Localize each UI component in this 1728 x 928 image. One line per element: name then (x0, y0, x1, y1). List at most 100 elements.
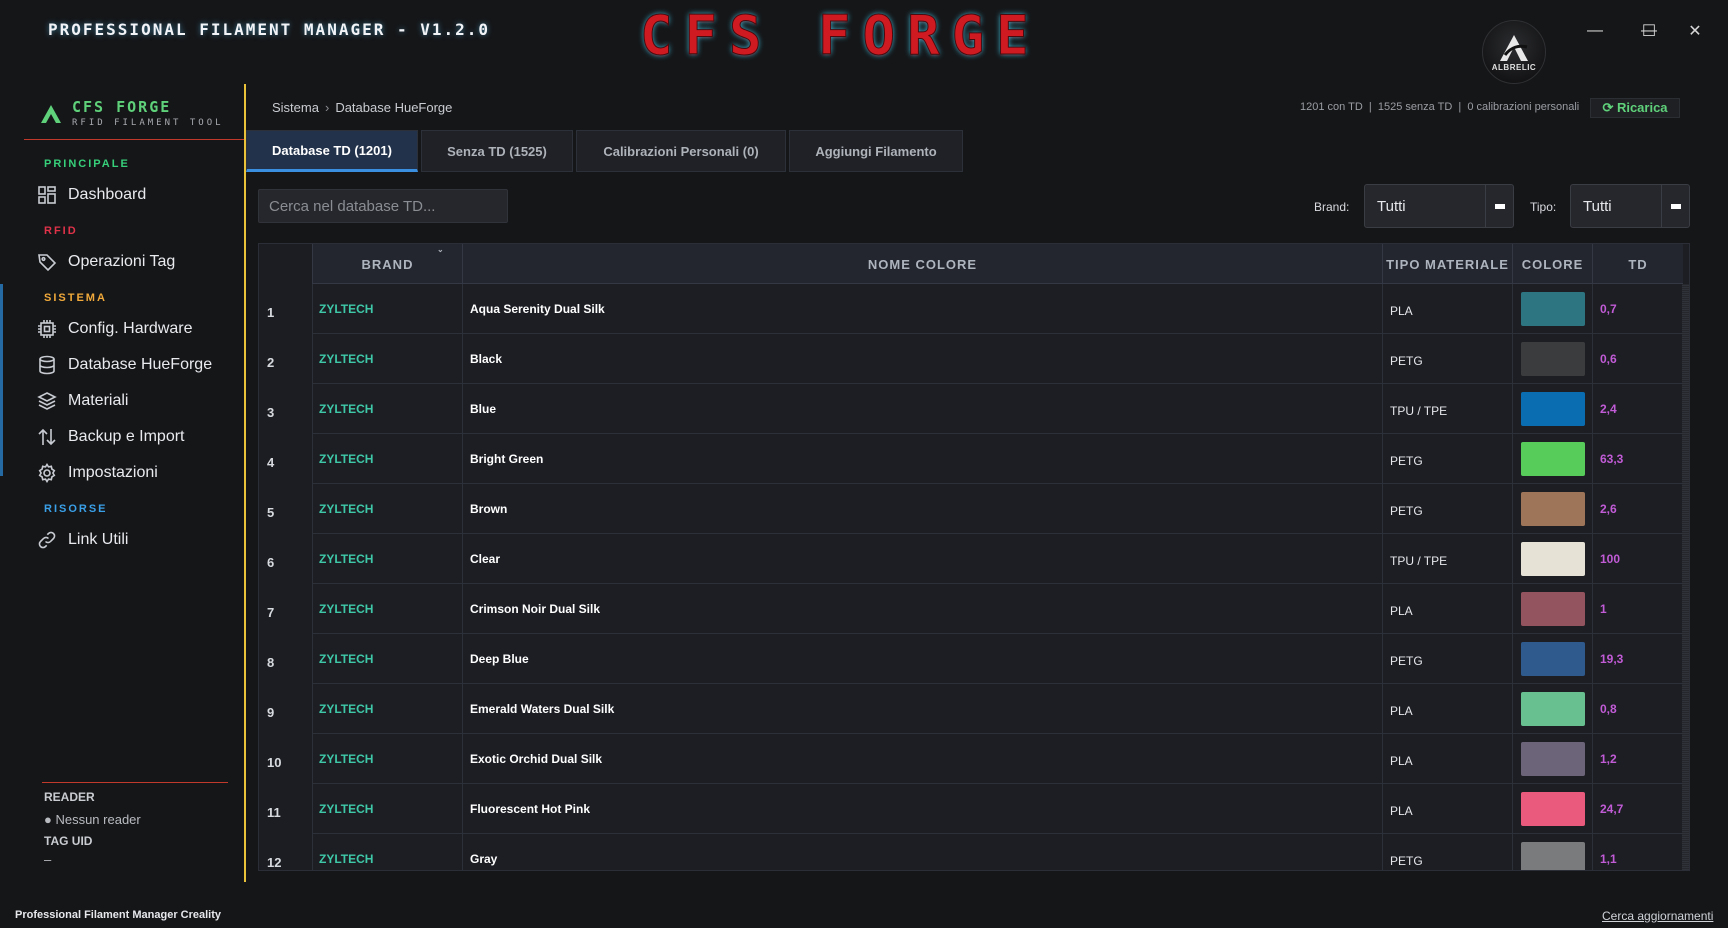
row-color-cell (1513, 434, 1593, 484)
column-header-nome-colore[interactable]: NOME COLORE (463, 244, 1383, 284)
database-icon (36, 354, 58, 376)
row-material-type: TPU / TPE (1383, 534, 1513, 584)
brand-filter-select[interactable]: Tutti (1364, 184, 1514, 228)
sidebar-item-impostazioni[interactable]: Impostazioni (36, 458, 236, 488)
row-color-cell (1513, 734, 1593, 784)
tab-senza-td[interactable]: Senza TD (1525) (421, 130, 573, 172)
column-header-tipo-materiale[interactable]: TIPO MATERIALE (1383, 244, 1513, 284)
row-index: 1 (259, 284, 313, 334)
row-material-type: PETG (1383, 484, 1513, 534)
row-index: 5 (259, 484, 313, 534)
table-row[interactable]: 10 ZYLTECH Exotic Orchid Dual Silk PLA 1,2 (259, 734, 1683, 784)
sidebar-item-backup-import[interactable]: Backup e Import (36, 422, 236, 452)
search-input[interactable] (258, 189, 508, 223)
footer-app-name: Professional Filament Manager Creality (15, 909, 222, 921)
breadcrumb-item[interactable]: Sistema (272, 100, 319, 115)
row-td-value: 100 (1600, 552, 1621, 566)
color-swatch (1520, 842, 1585, 870)
gear-icon (36, 462, 58, 484)
reader-label: READER (44, 790, 95, 804)
row-brand: ZYLTECH (313, 284, 463, 334)
column-header-brand[interactable]: ⌄ BRAND (313, 244, 463, 284)
row-color-cell (1513, 584, 1593, 634)
row-color-cell (1513, 684, 1593, 734)
chip-icon (36, 318, 58, 340)
nav-section-principale: PRINCIPALE (44, 158, 130, 170)
sidebar-item-label: Materiali (68, 392, 129, 409)
table-row[interactable]: 3 ZYLTECH Blue TPU / TPE 2,4 (259, 384, 1683, 434)
table-row[interactable]: 12 ZYLTECH Gray PETG 1,1 (259, 834, 1683, 870)
table-row[interactable]: 8 ZYLTECH Deep Blue PETG 19,3 (259, 634, 1683, 684)
sidebar-item-operazioni-tag[interactable]: Operazioni Tag (36, 247, 236, 277)
table-row[interactable]: 9 ZYLTECH Emerald Waters Dual Silk PLA 0,8 (259, 684, 1683, 734)
sidebar-item-materiali[interactable]: Materiali (36, 386, 236, 416)
row-td-value: 0,8 (1600, 702, 1617, 716)
row-td-value: 1,1 (1600, 852, 1617, 866)
sidebar-item-label: Operazioni Tag (68, 253, 176, 270)
window-maximize-button[interactable]: ☐ (1626, 18, 1672, 44)
row-td-value: 0,6 (1600, 352, 1617, 366)
column-header-index[interactable] (259, 244, 313, 284)
table-row[interactable]: 4 ZYLTECH Bright Green PETG 63,3 (259, 434, 1683, 484)
row-material-type: PLA (1383, 284, 1513, 334)
table-row[interactable]: 6 ZYLTECH Clear TPU / TPE 100 (259, 534, 1683, 584)
tab-database-td[interactable]: Database TD (1201) (246, 130, 418, 172)
column-header-td[interactable]: TD (1593, 244, 1683, 284)
row-td-value: 0,7 (1600, 302, 1617, 316)
row-index: 3 (259, 384, 313, 434)
reload-button[interactable]: ⟳ Ricarica (1590, 98, 1680, 118)
sidebar-item-config-hardware[interactable]: Config. Hardware (36, 314, 236, 344)
table-row[interactable]: 2 ZYLTECH Black PETG 0,6 (259, 334, 1683, 384)
sidebar-item-dashboard[interactable]: Dashboard (36, 180, 236, 210)
table-header: ⌄ BRAND NOME COLORE TIPO MATERIALE COLOR… (259, 244, 1683, 284)
row-brand: ZYLTECH (313, 334, 463, 384)
dropdown-handle-icon[interactable] (1661, 185, 1689, 227)
row-color-cell (1513, 634, 1593, 684)
row-index: 8 (259, 634, 313, 684)
nav-active-indicator (0, 284, 3, 476)
window-minimize-button[interactable]: — (1572, 18, 1618, 44)
window-close-button[interactable]: ✕ (1672, 18, 1718, 44)
color-swatch (1520, 742, 1585, 776)
table-scrollbar[interactable] (1682, 284, 1689, 870)
row-color-cell (1513, 484, 1593, 534)
app-logo-text: CFS FORGE (640, 4, 1041, 68)
column-header-colore[interactable]: COLORE (1513, 244, 1593, 284)
filament-table: ⌄ BRAND NOME COLORE TIPO MATERIALE COLOR… (258, 243, 1690, 871)
table-row[interactable]: 5 ZYLTECH Brown PETG 2,6 (259, 484, 1683, 534)
tab-aggiungi-filamento[interactable]: Aggiungi Filamento (789, 130, 963, 172)
dropdown-handle-icon[interactable] (1485, 185, 1513, 227)
tab-calibrazioni-personali[interactable]: Calibrazioni Personali (0) (576, 130, 786, 172)
avatar[interactable]: ALBRELIC (1482, 20, 1546, 84)
row-color-name: Aqua Serenity Dual Silk (463, 284, 1383, 334)
row-brand: ZYLTECH (313, 684, 463, 734)
sidebar-item-database-hueforge[interactable]: Database HueForge (36, 350, 236, 380)
color-swatch (1520, 692, 1585, 726)
row-index: 12 (259, 834, 313, 870)
sort-indicator-icon: ⌄ (437, 245, 445, 254)
table-row[interactable]: 11 ZYLTECH Fluorescent Hot Pink PLA 24,7 (259, 784, 1683, 834)
table-row[interactable]: 7 ZYLTECH Crimson Noir Dual Silk PLA 1 (259, 584, 1683, 634)
check-updates-link[interactable]: Cerca aggiornamenti (1602, 909, 1713, 923)
type-filter-value: Tutti (1583, 197, 1612, 215)
row-index: 9 (259, 684, 313, 734)
row-color-name: Gray (463, 834, 1383, 870)
row-material-type: TPU / TPE (1383, 384, 1513, 434)
row-brand: ZYLTECH (313, 584, 463, 634)
link-icon (36, 529, 58, 551)
row-color-name: Blue (463, 384, 1383, 434)
row-index: 7 (259, 584, 313, 634)
sidebar-item-link-utili[interactable]: Link Utili (36, 525, 236, 555)
row-td-value: 63,3 (1600, 452, 1624, 466)
tag-uid-value: – (44, 852, 52, 867)
breadcrumb-item: Database HueForge (335, 100, 453, 115)
tag-icon (36, 251, 58, 273)
type-filter-select[interactable]: Tutti (1570, 184, 1690, 228)
row-material-type: PLA (1383, 734, 1513, 784)
breadcrumb-separator: › (324, 100, 330, 115)
color-swatch (1520, 592, 1585, 626)
type-filter-label: Tipo: (1530, 200, 1557, 214)
sidebar-item-label: Impostazioni (68, 464, 158, 481)
row-index: 11 (259, 784, 313, 834)
table-row[interactable]: 1 ZYLTECH Aqua Serenity Dual Silk PLA 0,7 (259, 284, 1683, 334)
